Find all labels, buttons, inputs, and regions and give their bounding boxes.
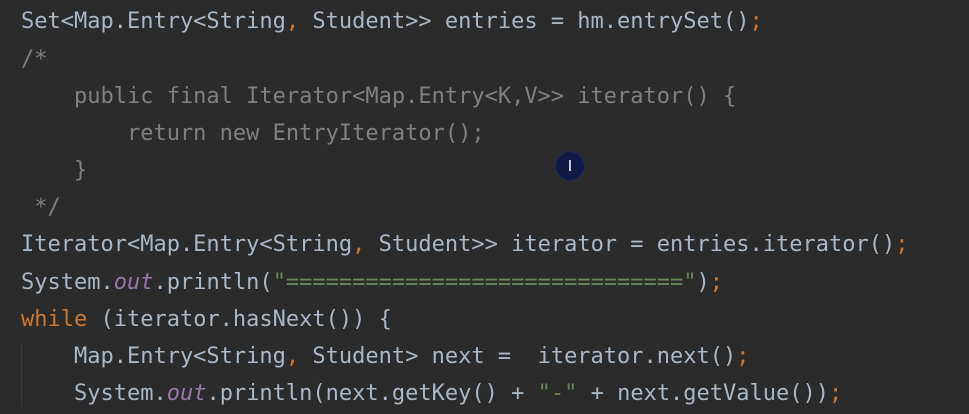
code-token: ; <box>736 344 750 369</box>
i-beam-cursor-icon: I <box>567 157 573 175</box>
code-token: .println( <box>153 270 273 295</box>
code-token: "-" <box>537 381 578 406</box>
code-line: while (iterator.hasNext()) { <box>21 305 392 335</box>
code-token: + next.getValue()) <box>577 381 830 406</box>
mouse-cursor-marker: I <box>556 152 584 180</box>
code-token: System. <box>21 381 167 406</box>
code-token: (iterator.hasNext()) { <box>87 307 392 332</box>
code-line: System.out.println("====================… <box>21 268 723 298</box>
code-token: /* <box>21 47 48 72</box>
code-token: } <box>21 158 88 183</box>
code-token: out <box>113 270 154 295</box>
code-token: Map.Entry<String <box>21 344 286 369</box>
code-token: out <box>166 381 207 406</box>
code-token: ; <box>895 232 909 257</box>
code-line: System.out.println(next.getKey() + "-" +… <box>21 379 842 409</box>
code-editor[interactable]: Set<Map.Entry<String, Student>> entries … <box>0 0 969 414</box>
code-token: , <box>285 344 313 369</box>
code-token: ) <box>696 270 710 295</box>
code-token: "==============================" <box>272 270 697 295</box>
code-token: Student>> iterator = entries.iterator() <box>378 232 896 257</box>
code-token: ; <box>749 9 763 34</box>
code-line: Set<Map.Entry<String, Student>> entries … <box>21 7 763 37</box>
code-token: .println(next.getKey() + <box>206 381 538 406</box>
code-line: public final Iterator<Map.Entry<K,V>> it… <box>21 82 736 112</box>
code-token: Student>> entries = hm.entrySet() <box>312 9 750 34</box>
code-token: */ <box>21 195 61 220</box>
code-line: /* <box>21 45 48 75</box>
code-token: Iterator<Map.Entry<String <box>21 232 353 257</box>
code-token: return new EntryIterator(); <box>21 121 485 146</box>
code-token: Set<Map.Entry<String <box>21 9 286 34</box>
code-line: } <box>21 156 87 186</box>
code-line: Iterator<Map.Entry<String, Student>> ite… <box>21 230 908 260</box>
code-token: , <box>285 9 313 34</box>
code-line: Map.Entry<String, Student> next = iterat… <box>21 342 750 372</box>
code-line: */ <box>21 193 61 223</box>
code-token: System. <box>21 270 114 295</box>
code-token: ; <box>709 270 724 295</box>
code-line: return new EntryIterator(); <box>21 119 485 149</box>
code-token: ; <box>829 381 843 406</box>
code-token: , <box>352 232 379 257</box>
code-token: Student> next = iterator.next() <box>312 344 737 369</box>
code-token: while <box>21 307 88 332</box>
indent-guide <box>21 344 22 406</box>
code-token: public final Iterator<Map.Entry<K,V>> it… <box>21 84 737 109</box>
